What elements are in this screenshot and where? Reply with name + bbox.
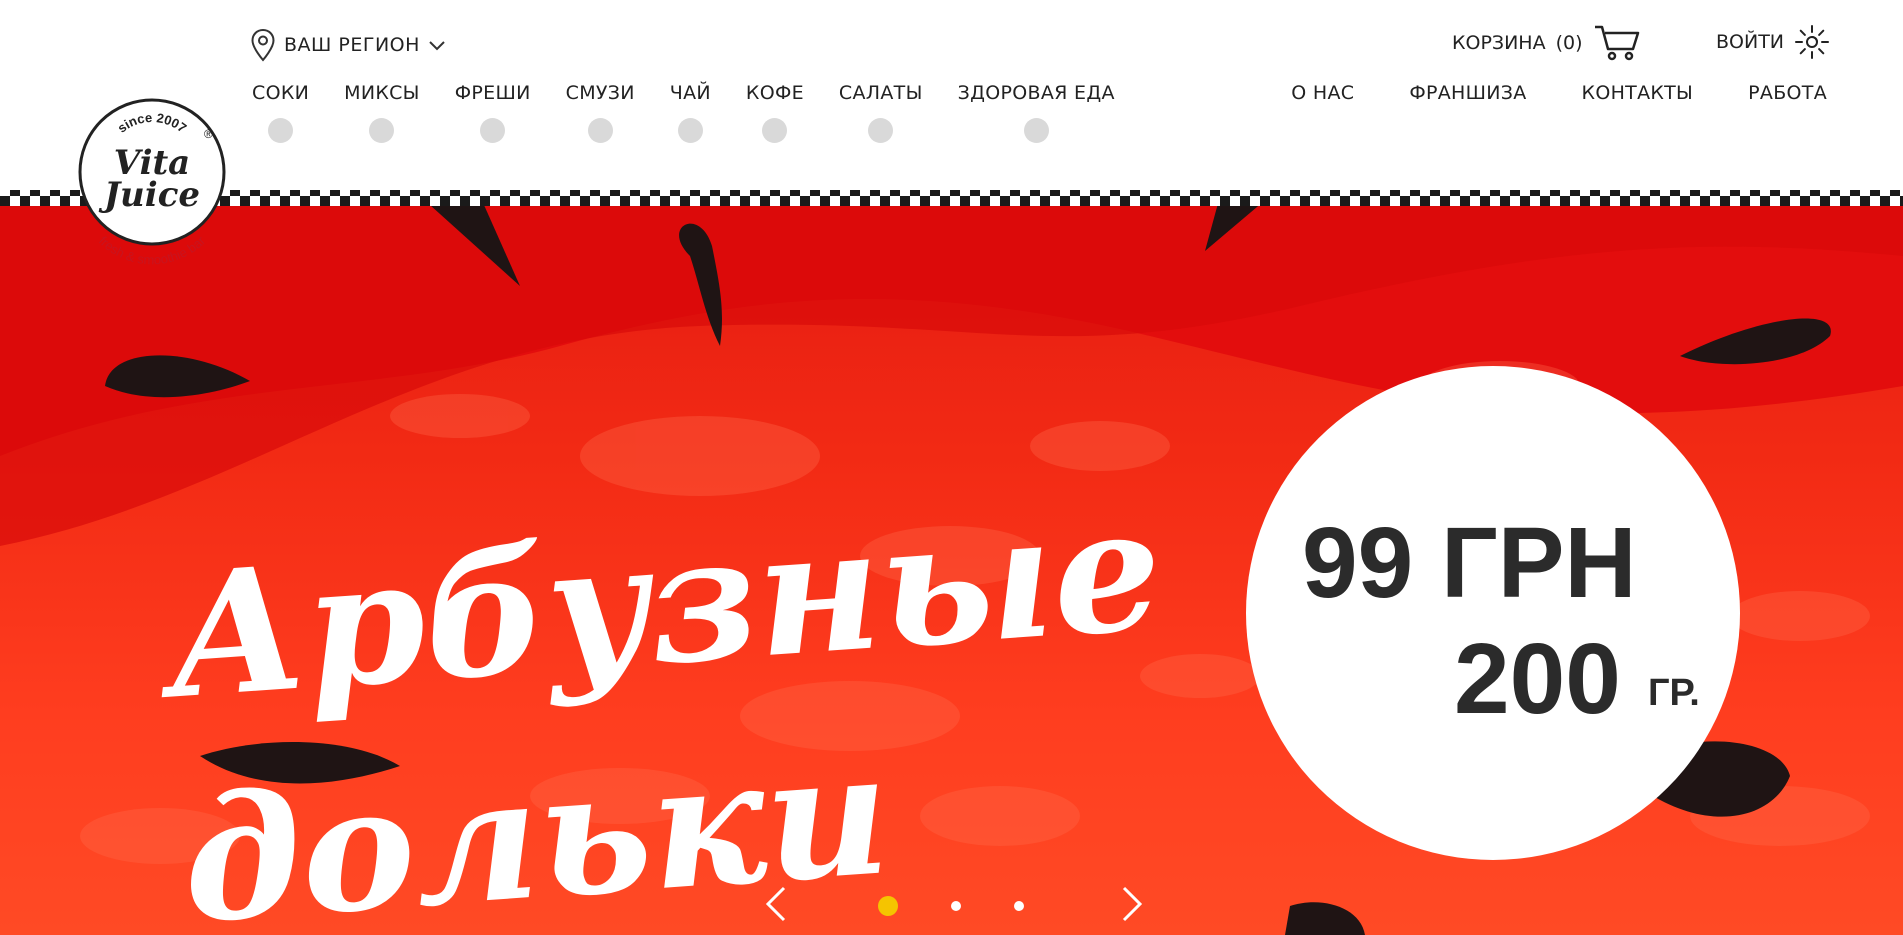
chevron-right-icon [1122, 886, 1143, 922]
price-text: 99 ГРН [1302, 507, 1637, 619]
category-icon [677, 118, 703, 143]
nav-item-coffee[interactable]: КОФЕ [746, 82, 804, 143]
nav-item-salads[interactable]: САЛАТЫ [839, 82, 923, 143]
slider-dot[interactable] [951, 901, 961, 911]
category-icon [480, 118, 506, 143]
category-icon [587, 118, 613, 143]
nav-item-healthy-food[interactable]: ЗДОРОВАЯ ЕДА [958, 82, 1115, 143]
weight-value: 200 [1454, 623, 1621, 735]
login-button[interactable]: ВОЙТИ [1716, 24, 1830, 60]
nav-item-tea[interactable]: ЧАЙ [670, 82, 711, 143]
region-label: ВАШ РЕГИОН [284, 34, 420, 56]
slider-dot[interactable] [1014, 901, 1024, 911]
category-icon [1023, 118, 1049, 143]
region-selector[interactable]: ВАШ РЕГИОН [250, 28, 446, 62]
nav-item-jobs[interactable]: РАБОТА [1748, 82, 1827, 104]
sun-icon [1795, 25, 1830, 59]
cart-count: (0) [1555, 32, 1583, 54]
nav-item-juices[interactable]: СОКИ [252, 82, 309, 143]
category-icon [268, 118, 294, 143]
location-pin-icon [251, 28, 275, 62]
cart-button[interactable]: КОРЗИНА (0) [1452, 24, 1641, 62]
slider-next-button[interactable] [1112, 884, 1152, 924]
chevron-left-icon [765, 886, 786, 922]
slider-pagination [878, 896, 1077, 916]
checker-border [0, 196, 1903, 206]
cart-label: КОРЗИНА [1452, 32, 1546, 54]
brand-logo[interactable]: since 2007 Vita Juice ® fresh & smoothie… [76, 96, 228, 267]
category-icon [369, 118, 395, 143]
category-icon [868, 118, 894, 143]
slider-dot[interactable] [878, 896, 898, 916]
cart-icon [1594, 25, 1639, 61]
logo-registered-mark: ® [204, 127, 213, 141]
nav-item-mixes[interactable]: МИКСЫ [344, 82, 420, 143]
logo-brand-line2: Juice [98, 175, 200, 215]
site-header: ВАШ РЕГИОН СОКИ МИКСЫ ФРЕШИ СМУЗИ ЧАЙ КО… [0, 0, 1903, 196]
weight-unit: ГР. [1648, 672, 1700, 714]
hero-title: Арбузные дольки [160, 457, 1184, 935]
nav-item-freshes[interactable]: ФРЕШИ [455, 82, 531, 143]
nav-item-smoothies[interactable]: СМУЗИ [566, 82, 635, 143]
nav-item-about[interactable]: О НАС [1291, 82, 1354, 104]
category-icon [762, 118, 788, 143]
info-nav: О НАС ФРАНШИЗА КОНТАКТЫ РАБОТА [1291, 82, 1827, 104]
login-label: ВОЙТИ [1716, 31, 1785, 53]
slider-prev-button[interactable] [756, 884, 796, 924]
chevron-down-icon [429, 41, 445, 51]
nav-item-franchise[interactable]: ФРАНШИЗА [1409, 82, 1526, 104]
nav-item-contacts[interactable]: КОНТАКТЫ [1582, 82, 1694, 104]
category-nav: СОКИ МИКСЫ ФРЕШИ СМУЗИ ЧАЙ КОФЕ САЛАТЫ З… [252, 82, 1150, 143]
price-badge: 99 ГРН 200 ГР. [1246, 366, 1740, 860]
